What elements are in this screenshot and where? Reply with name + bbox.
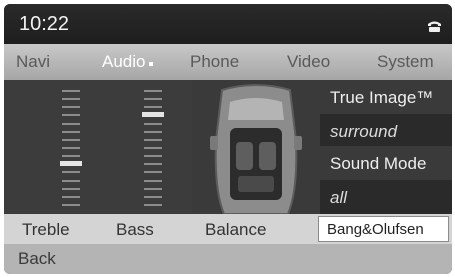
slider-tick [62, 106, 80, 109]
slider-tick [62, 155, 80, 158]
slider-tick [144, 147, 162, 149]
slider-tick [144, 90, 162, 92]
slider-tick [62, 147, 80, 149]
slider-knob[interactable] [60, 160, 82, 166]
menu-item-phone[interactable]: Phone [190, 52, 239, 72]
bottom-bar: Back [4, 244, 452, 274]
slider-tick [144, 106, 162, 109]
slider-tick [144, 171, 162, 174]
slider-knob[interactable] [142, 111, 164, 117]
slider-tick [144, 204, 162, 206]
phone-handset-icon [428, 21, 441, 32]
menu-item-audio[interactable]: Audio [102, 52, 154, 72]
slider-tick [62, 187, 80, 190]
slider-tick [144, 163, 162, 166]
true-image-label: True Image™ [330, 88, 434, 107]
menu-item-video[interactable]: Video [287, 52, 330, 72]
tab-bang-olufsen-label: Bang&Olufsen [327, 221, 424, 238]
equalizer-panel [4, 80, 192, 214]
true-image-option[interactable]: True Image™ [320, 80, 452, 114]
car-topview-icon [192, 80, 320, 214]
sound-mode-value: all [330, 188, 348, 207]
slider-tick [62, 204, 80, 206]
slider-tick [144, 98, 162, 101]
sound-settings-area: True Image™ surround Sound Mode all [4, 80, 452, 214]
menu-item-label: Video [287, 52, 331, 71]
slider-tick [144, 138, 162, 141]
slider-tick [144, 179, 162, 182]
slider-tick [62, 122, 80, 125]
sound-mode-value-row: all [320, 180, 452, 214]
treble-slider[interactable] [59, 80, 83, 214]
tab-treble[interactable]: Treble [22, 220, 70, 240]
slider-tick [62, 171, 80, 174]
clock: 10:22 [19, 13, 70, 35]
slider-tick [144, 155, 162, 158]
menu-item-system[interactable]: System [377, 52, 434, 72]
slider-tick [144, 187, 162, 190]
slider-tick [62, 98, 80, 101]
true-image-value-row: surround [320, 114, 452, 148]
slider-tick [144, 195, 162, 198]
menu-item-label: Navi [16, 52, 51, 71]
slider-tick [62, 130, 80, 133]
tab-balance[interactable]: Balance [205, 220, 266, 240]
menu-item-label: System [377, 52, 434, 71]
back-button[interactable]: Back [18, 249, 56, 269]
menu-item-navi[interactable]: Navi [16, 52, 50, 72]
sound-mode-option[interactable]: Sound Mode [320, 146, 452, 180]
audio-sound-screen: 10:22 Navi Audio Phone Video System True… [4, 4, 452, 274]
bass-slider[interactable] [141, 80, 165, 214]
menu-item-label: Phone [190, 52, 240, 71]
active-indicator [149, 62, 154, 66]
menu-item-label: Audio [102, 52, 146, 71]
slider-tick [62, 138, 80, 141]
sound-mode-label: Sound Mode [330, 154, 427, 173]
tab-bass[interactable]: Bass [116, 220, 154, 240]
tab-bang-olufsen[interactable]: Bang&Olufsen [318, 216, 449, 242]
slider-tick [62, 114, 80, 117]
slider-tick [144, 122, 162, 125]
slider-tick [62, 179, 80, 182]
true-image-value: surround [330, 122, 398, 141]
slider-tick [62, 90, 80, 92]
slider-tick [144, 130, 162, 133]
status-bar: 10:22 [4, 4, 452, 44]
slider-tick [62, 195, 80, 198]
sound-options-panel: True Image™ surround Sound Mode all [320, 80, 452, 214]
main-menu-bar: Navi Audio Phone Video System [4, 44, 452, 80]
